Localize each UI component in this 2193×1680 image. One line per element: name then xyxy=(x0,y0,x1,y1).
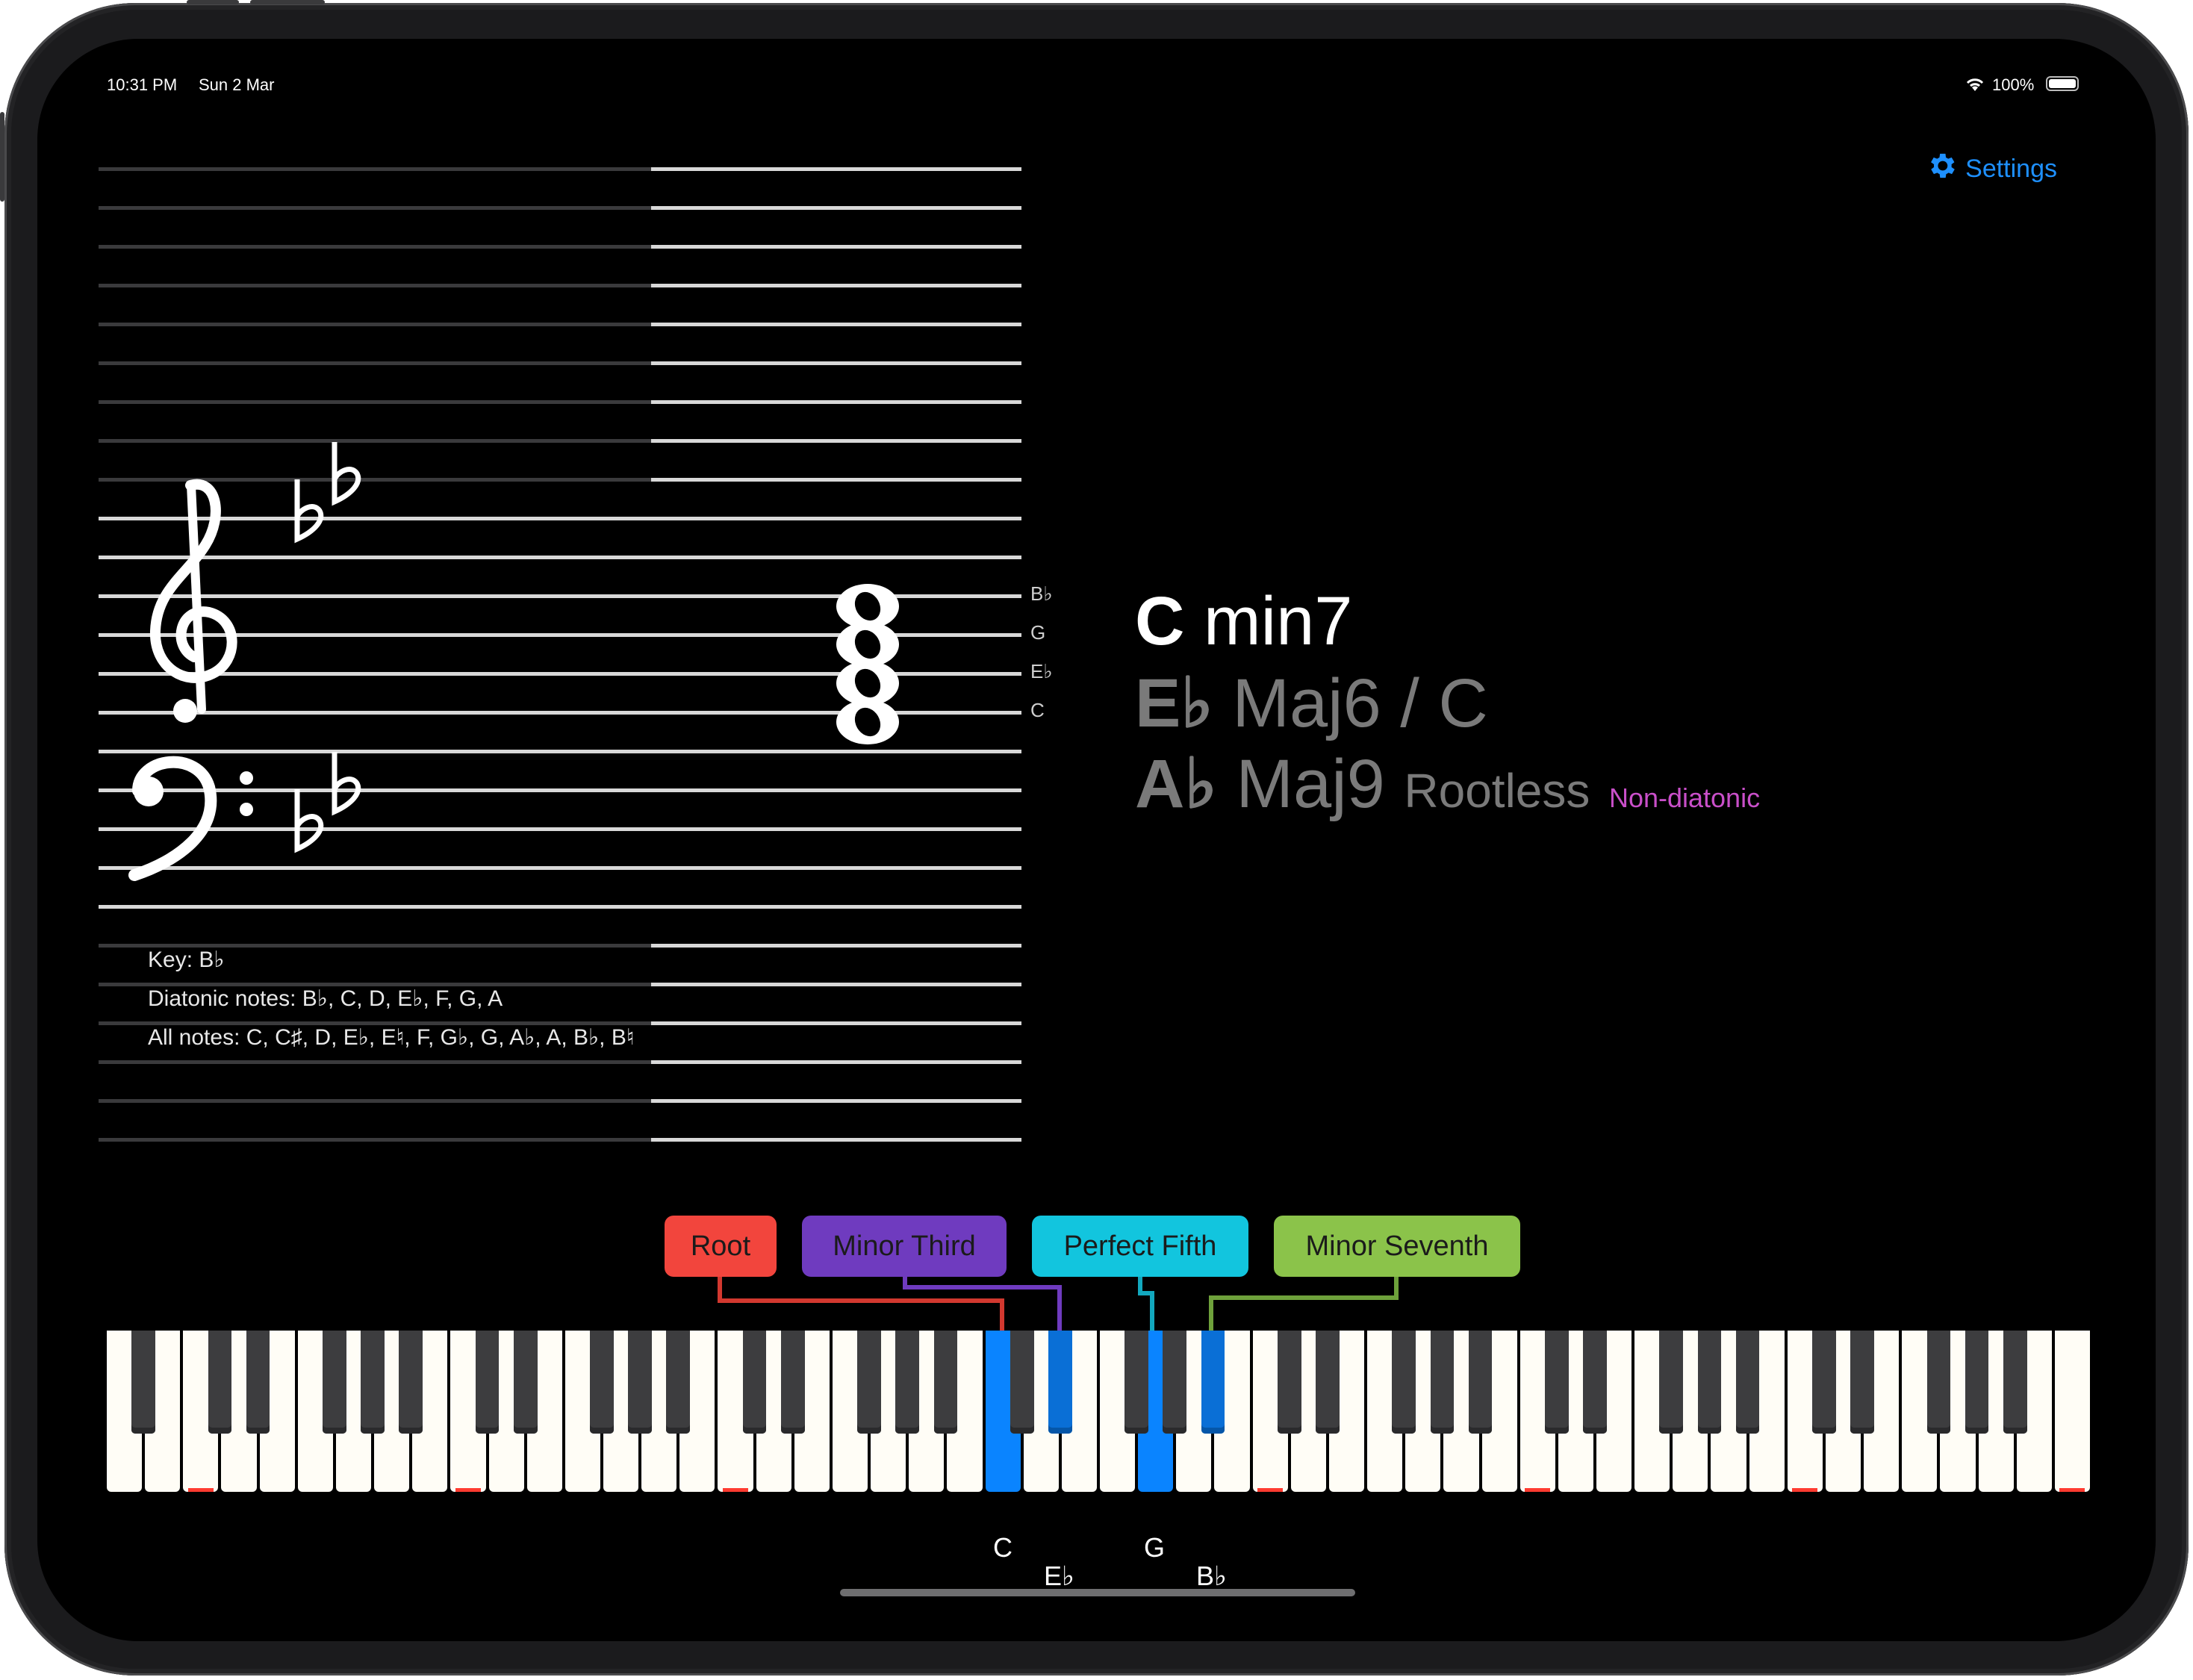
volume-button xyxy=(250,0,325,4)
black-key[interactable] xyxy=(1048,1331,1072,1434)
key-label-bb: B♭ xyxy=(1196,1561,1227,1591)
c-key-marker xyxy=(723,1488,748,1492)
power-button xyxy=(0,112,4,202)
black-key[interactable] xyxy=(780,1331,805,1434)
black-key[interactable] xyxy=(1277,1331,1301,1434)
black-key[interactable] xyxy=(1926,1331,1951,1434)
black-key[interactable] xyxy=(1735,1331,1760,1434)
black-key[interactable] xyxy=(895,1331,920,1434)
black-key[interactable] xyxy=(590,1331,614,1434)
black-key[interactable] xyxy=(1659,1331,1684,1434)
black-key[interactable] xyxy=(628,1331,652,1434)
black-key[interactable] xyxy=(933,1331,958,1434)
black-key[interactable] xyxy=(1430,1331,1455,1434)
c-key-marker xyxy=(1257,1488,1284,1492)
black-key[interactable] xyxy=(1544,1331,1569,1434)
black-key[interactable] xyxy=(475,1331,500,1434)
black-key[interactable] xyxy=(1163,1331,1187,1434)
black-key[interactable] xyxy=(361,1331,385,1434)
black-key[interactable] xyxy=(208,1331,232,1434)
black-key[interactable] xyxy=(1125,1331,1148,1434)
app-screen: 10:31 PM Sun 2 Mar 100% Settings B♭ G E♭… xyxy=(37,39,2156,1641)
black-key[interactable] xyxy=(323,1331,346,1434)
white-key[interactable] xyxy=(2054,1331,2090,1492)
black-key[interactable] xyxy=(1468,1331,1493,1434)
black-key[interactable] xyxy=(131,1331,155,1434)
c-key-marker xyxy=(2059,1488,2085,1492)
black-key[interactable] xyxy=(1812,1331,1836,1434)
piano-keyboard xyxy=(105,1331,2091,1493)
c-key-marker xyxy=(1525,1488,1551,1492)
legend-connectors xyxy=(718,1277,1399,1331)
black-key[interactable] xyxy=(513,1331,538,1434)
black-key[interactable] xyxy=(2003,1331,2027,1434)
c-key-marker xyxy=(187,1488,214,1492)
home-indicator[interactable] xyxy=(840,1589,1355,1596)
black-key[interactable] xyxy=(857,1331,881,1434)
black-key[interactable] xyxy=(246,1331,270,1434)
black-key[interactable] xyxy=(1316,1331,1340,1434)
c-key-marker xyxy=(455,1488,481,1492)
black-key[interactable] xyxy=(742,1331,767,1434)
black-key[interactable] xyxy=(666,1331,691,1434)
black-key[interactable] xyxy=(1583,1331,1607,1434)
black-key[interactable] xyxy=(1850,1331,1874,1434)
key-label-c: C xyxy=(993,1532,1012,1563)
black-key[interactable] xyxy=(1010,1331,1034,1434)
black-key[interactable] xyxy=(1965,1331,1989,1434)
black-key[interactable] xyxy=(1392,1331,1416,1434)
c-key-marker xyxy=(1792,1488,1818,1492)
key-label-g: G xyxy=(1144,1532,1166,1563)
key-label-eb: E♭ xyxy=(1044,1561,1074,1591)
black-key[interactable] xyxy=(1201,1331,1225,1434)
black-key[interactable] xyxy=(399,1331,423,1434)
black-key[interactable] xyxy=(1697,1331,1722,1434)
volume-button xyxy=(187,0,239,4)
